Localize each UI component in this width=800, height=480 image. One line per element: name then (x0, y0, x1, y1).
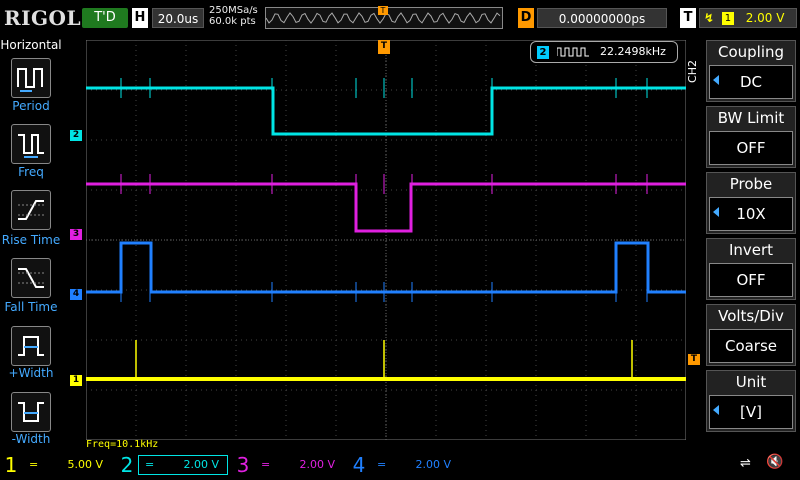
pos-width-label: +Width (8, 366, 54, 380)
menu-value: [V] (709, 395, 793, 429)
channel-scale-box: = 2.00 V (370, 455, 460, 475)
period-button[interactable] (11, 58, 51, 98)
menu-value: 10X (709, 197, 793, 231)
channel-scale-box: = 2.00 V (138, 455, 228, 475)
speaker-muted-icon[interactable]: 🔇 (766, 454, 783, 470)
ch2-status[interactable]: 2 = 2.00 V (118, 452, 230, 478)
select-arrow-icon (713, 207, 719, 217)
volts-div-menu[interactable]: Volts/Div Coarse (706, 304, 796, 366)
ch3-status[interactable]: 3 = 2.00 V (234, 452, 346, 478)
dc-coupling-icon: = (377, 458, 387, 471)
freq-label: Freq (18, 165, 44, 179)
memory-trigger-marker: T (378, 6, 388, 15)
ch3-offset-marker[interactable]: 3 (70, 229, 82, 240)
trigger-source: 1 (721, 12, 734, 25)
measurement-readout[interactable]: 2 22.2498kHz (530, 41, 678, 63)
channel-scale: 2.00 V (299, 458, 335, 471)
horizontal-label: H (132, 8, 148, 28)
neg-width-icon (18, 402, 44, 422)
channel-number: 4 (352, 453, 366, 477)
memory-position-bar[interactable]: T (265, 6, 503, 29)
channel-number: 3 (236, 453, 250, 477)
delay-value[interactable]: 0.00000000ps (537, 8, 667, 28)
channel-scale-box: = 5.00 V (22, 455, 112, 475)
menu-value: OFF (709, 263, 793, 297)
period-icon (17, 68, 43, 92)
invert-menu[interactable]: Invert OFF (706, 238, 796, 300)
acquisition-info: 250MSa/s 60.0k pts (209, 5, 258, 27)
rise-time-icon (18, 200, 44, 220)
ch2-offset-marker[interactable]: 2 (70, 130, 82, 141)
trigger-status-badge: T'D (82, 8, 128, 28)
pos-width-icon (18, 336, 44, 356)
menu-value: DC (709, 65, 793, 99)
channel-scale: 5.00 V (67, 458, 103, 471)
brand-logo: RIGOL (4, 6, 82, 30)
usb-icon: ⇌ (740, 456, 751, 471)
channel-scale-box: = 2.00 V (254, 455, 344, 475)
memory-depth: 60.0k pts (209, 16, 256, 27)
period-label: Period (12, 99, 50, 113)
freq-button[interactable] (11, 124, 51, 164)
horizontal-measure-panel: Horizontal Period Freq Rise Time Fall Ti… (0, 36, 62, 450)
measurement-channel: 2 (537, 46, 549, 59)
menu-title: Volts/Div (718, 307, 784, 325)
menu-title: Unit (735, 373, 767, 391)
ch4-status[interactable]: 4 = 2.00 V (350, 452, 462, 478)
menu-title: Probe (729, 175, 773, 193)
neg-width-label: -Width (11, 432, 51, 446)
timebase-value[interactable]: 20.0us (152, 8, 204, 28)
dc-coupling-icon: = (29, 458, 39, 471)
trigger-label: T (680, 8, 696, 28)
freq-icon (18, 134, 44, 158)
fall-time-label: Fall Time (4, 300, 58, 314)
menu-title: Invert (728, 241, 774, 259)
trigger-level-value: 2.00 V (745, 11, 785, 25)
trigger-level-marker[interactable]: T (688, 354, 700, 365)
waveform-display[interactable] (86, 40, 686, 440)
dc-coupling-icon: = (145, 458, 155, 471)
select-arrow-icon (713, 75, 719, 85)
ch1-status[interactable]: 1 = 5.00 V (2, 452, 114, 478)
rising-edge-icon: ↯ (704, 11, 715, 25)
select-arrow-icon (713, 405, 719, 415)
delay-label: D (518, 8, 534, 28)
menu-channel-label: CH2 (686, 60, 699, 83)
trigger-position-marker[interactable]: T (378, 40, 390, 54)
rise-time-label: Rise Time (1, 233, 61, 247)
frequency-counter: Freq=10.1kHz (86, 439, 159, 450)
coupling-menu[interactable]: Coupling DC (706, 40, 796, 102)
probe-menu[interactable]: Probe 10X (706, 172, 796, 234)
unit-menu[interactable]: Unit [V] (706, 370, 796, 432)
panel-title: Horizontal (0, 38, 62, 52)
menu-title: BW Limit (717, 109, 785, 127)
menu-value: OFF (709, 131, 793, 165)
pos-width-button[interactable] (11, 326, 51, 366)
menu-title: Coupling (717, 43, 785, 61)
sample-rate: 250MSa/s (209, 5, 258, 16)
fall-time-button[interactable] (11, 258, 51, 298)
square-wave-icon (556, 47, 589, 57)
channel-number: 1 (4, 453, 18, 477)
channel-number: 2 (120, 453, 134, 477)
dc-coupling-icon: = (261, 458, 271, 471)
channel-scale: 2.00 V (183, 458, 219, 471)
menu-value: Coarse (709, 329, 793, 363)
fall-time-icon (18, 268, 44, 288)
channel-scale: 2.00 V (415, 458, 451, 471)
trigger-settings[interactable]: ↯ 1 2.00 V (699, 8, 797, 28)
ch4-offset-marker[interactable]: 4 (70, 289, 82, 300)
neg-width-button[interactable] (11, 392, 51, 432)
waveform-grid (86, 40, 686, 440)
measurement-value: 22.2498kHz (600, 45, 666, 58)
ch1-offset-marker[interactable]: 1 (70, 375, 82, 386)
rise-time-button[interactable] (11, 190, 51, 230)
bw-limit-menu[interactable]: BW Limit OFF (706, 106, 796, 168)
